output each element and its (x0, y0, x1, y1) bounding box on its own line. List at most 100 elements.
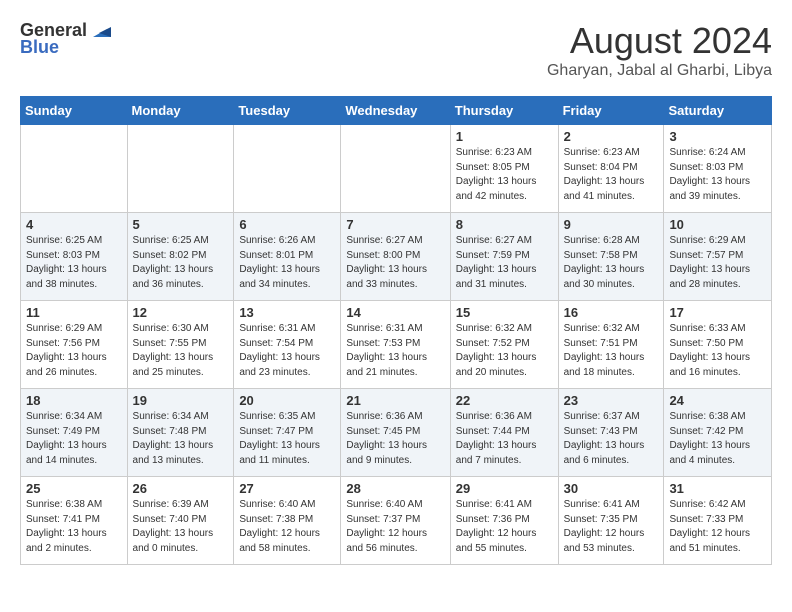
cell-content: Sunrise: 6:40 AM Sunset: 7:38 PM Dayligh… (239, 498, 335, 556)
title-section: August 2024 Gharyan, Jabal al Gharbi, Li… (547, 20, 772, 80)
day-number: 6 (239, 217, 335, 232)
calendar-cell: 17 Sunrise: 6:33 AM Sunset: 7:50 PM Dayli… (664, 301, 772, 389)
cell-content: Sunrise: 6:30 AM Sunset: 7:55 PM Dayligh… (133, 322, 229, 380)
cell-content: Sunrise: 6:31 AM Sunset: 7:53 PM Dayligh… (346, 322, 444, 380)
calendar-cell: 2 Sunrise: 6:23 AM Sunset: 8:04 PM Daylig… (558, 125, 664, 213)
calendar-cell: 7Sunrise: 6:27 AM Sunset: 8:00 PM Daylig… (341, 213, 450, 301)
weekday-header-sunday: Sunday (21, 97, 128, 125)
calendar-cell: 14 Sunrise: 6:31 AM Sunset: 7:53 PM Dayli… (341, 301, 450, 389)
logo-blue: Blue (20, 37, 59, 58)
weekday-header-friday: Friday (558, 97, 664, 125)
calendar-cell: 1 Sunrise: 6:23 AM Sunset: 8:05 PM Daylig… (450, 125, 558, 213)
calendar-cell: 22Sunrise: 6:36 AM Sunset: 7:44 PM Dayli… (450, 389, 558, 477)
cell-content: Sunrise: 6:23 AM Sunset: 8:05 PM Dayligh… (456, 146, 553, 204)
cell-content: Sunrise: 6:32 AM Sunset: 7:51 PM Dayligh… (564, 322, 659, 380)
weekday-header-saturday: Saturday (664, 97, 772, 125)
calendar-cell: 8 Sunrise: 6:27 AM Sunset: 7:59 PM Daylig… (450, 213, 558, 301)
cell-content: Sunrise: 6:25 AM Sunset: 8:03 PM Dayligh… (26, 234, 122, 292)
day-number: 26 (133, 481, 229, 496)
day-number: 9 (564, 217, 659, 232)
cell-content: Sunrise: 6:34 AM Sunset: 7:48 PM Dayligh… (133, 410, 229, 468)
calendar-cell: 19Sunrise: 6:34 AM Sunset: 7:48 PM Dayli… (127, 389, 234, 477)
day-number: 12 (133, 305, 229, 320)
day-number: 4 (26, 217, 122, 232)
calendar-cell: 20 Sunrise: 6:35 AM Sunset: 7:47 PM Dayli… (234, 389, 341, 477)
calendar-cell: 24Sunrise: 6:38 AM Sunset: 7:42 PM Dayli… (664, 389, 772, 477)
calendar-cell: 30 Sunrise: 6:41 AM Sunset: 7:35 PM Dayli… (558, 477, 664, 565)
day-number: 25 (26, 481, 122, 496)
cell-content: Sunrise: 6:26 AM Sunset: 8:01 PM Dayligh… (239, 234, 335, 292)
day-number: 2 (564, 129, 659, 144)
cell-content: Sunrise: 6:29 AM Sunset: 7:56 PM Dayligh… (26, 322, 122, 380)
calendar-cell: 4 Sunrise: 6:25 AM Sunset: 8:03 PM Daylig… (21, 213, 128, 301)
day-number: 5 (133, 217, 229, 232)
day-number: 17 (669, 305, 766, 320)
calendar-cell: 11 Sunrise: 6:29 AM Sunset: 7:56 PM Dayli… (21, 301, 128, 389)
day-number: 8 (456, 217, 553, 232)
day-number: 23 (564, 393, 659, 408)
weekday-header-tuesday: Tuesday (234, 97, 341, 125)
cell-content: Sunrise: 6:42 AM Sunset: 7:33 PM Dayligh… (669, 498, 766, 556)
calendar-cell: 12 Sunrise: 6:30 AM Sunset: 7:55 PM Dayli… (127, 301, 234, 389)
cell-content: Sunrise: 6:41 AM Sunset: 7:35 PM Dayligh… (564, 498, 659, 556)
calendar-week-row: 25 Sunrise: 6:38 AM Sunset: 7:41 PM Dayli… (21, 477, 772, 565)
cell-content: Sunrise: 6:32 AM Sunset: 7:52 PM Dayligh… (456, 322, 553, 380)
logo-icon (89, 19, 111, 41)
calendar-cell: 31 Sunrise: 6:42 AM Sunset: 7:33 PM Dayli… (664, 477, 772, 565)
day-number: 30 (564, 481, 659, 496)
cell-content: Sunrise: 6:38 AM Sunset: 7:41 PM Dayligh… (26, 498, 122, 556)
calendar-header-row: SundayMondayTuesdayWednesdayThursdayFrid… (21, 97, 772, 125)
calendar-cell: 16 Sunrise: 6:32 AM Sunset: 7:51 PM Dayli… (558, 301, 664, 389)
calendar-cell: 18Sunrise: 6:34 AM Sunset: 7:49 PM Dayli… (21, 389, 128, 477)
day-number: 14 (346, 305, 444, 320)
calendar-cell (21, 125, 128, 213)
month-year-title: August 2024 (547, 20, 772, 62)
calendar-cell (127, 125, 234, 213)
calendar-cell: 26 Sunrise: 6:39 AM Sunset: 7:40 PM Dayli… (127, 477, 234, 565)
day-number: 29 (456, 481, 553, 496)
day-number: 7 (346, 217, 444, 232)
calendar-cell: 9 Sunrise: 6:28 AM Sunset: 7:58 PM Daylig… (558, 213, 664, 301)
calendar-cell: 29 Sunrise: 6:41 AM Sunset: 7:36 PM Dayli… (450, 477, 558, 565)
calendar-week-row: 18Sunrise: 6:34 AM Sunset: 7:49 PM Dayli… (21, 389, 772, 477)
day-number: 31 (669, 481, 766, 496)
weekday-header-thursday: Thursday (450, 97, 558, 125)
day-number: 3 (669, 129, 766, 144)
calendar-cell: 27 Sunrise: 6:40 AM Sunset: 7:38 PM Dayli… (234, 477, 341, 565)
cell-content: Sunrise: 6:35 AM Sunset: 7:47 PM Dayligh… (239, 410, 335, 468)
cell-content: Sunrise: 6:29 AM Sunset: 7:57 PM Dayligh… (669, 234, 766, 292)
day-number: 18 (26, 393, 122, 408)
calendar-cell (234, 125, 341, 213)
calendar-cell: 13Sunrise: 6:31 AM Sunset: 7:54 PM Dayli… (234, 301, 341, 389)
calendar-cell: 25 Sunrise: 6:38 AM Sunset: 7:41 PM Dayli… (21, 477, 128, 565)
calendar-table: SundayMondayTuesdayWednesdayThursdayFrid… (20, 96, 772, 565)
cell-content: Sunrise: 6:25 AM Sunset: 8:02 PM Dayligh… (133, 234, 229, 292)
day-number: 27 (239, 481, 335, 496)
cell-content: Sunrise: 6:24 AM Sunset: 8:03 PM Dayligh… (669, 146, 766, 204)
cell-content: Sunrise: 6:31 AM Sunset: 7:54 PM Dayligh… (239, 322, 335, 380)
day-number: 11 (26, 305, 122, 320)
cell-content: Sunrise: 6:33 AM Sunset: 7:50 PM Dayligh… (669, 322, 766, 380)
calendar-cell: 21Sunrise: 6:36 AM Sunset: 7:45 PM Dayli… (341, 389, 450, 477)
cell-content: Sunrise: 6:41 AM Sunset: 7:36 PM Dayligh… (456, 498, 553, 556)
day-number: 21 (346, 393, 444, 408)
logo: General Blue (20, 20, 111, 58)
calendar-cell: 23Sunrise: 6:37 AM Sunset: 7:43 PM Dayli… (558, 389, 664, 477)
cell-content: Sunrise: 6:28 AM Sunset: 7:58 PM Dayligh… (564, 234, 659, 292)
day-number: 28 (346, 481, 444, 496)
calendar-cell: 6 Sunrise: 6:26 AM Sunset: 8:01 PM Daylig… (234, 213, 341, 301)
cell-content: Sunrise: 6:40 AM Sunset: 7:37 PM Dayligh… (346, 498, 444, 556)
calendar-cell: 10Sunrise: 6:29 AM Sunset: 7:57 PM Dayli… (664, 213, 772, 301)
cell-content: Sunrise: 6:23 AM Sunset: 8:04 PM Dayligh… (564, 146, 659, 204)
day-number: 24 (669, 393, 766, 408)
calendar-cell: 28 Sunrise: 6:40 AM Sunset: 7:37 PM Dayli… (341, 477, 450, 565)
calendar-cell (341, 125, 450, 213)
day-number: 1 (456, 129, 553, 144)
day-number: 20 (239, 393, 335, 408)
day-number: 16 (564, 305, 659, 320)
cell-content: Sunrise: 6:27 AM Sunset: 7:59 PM Dayligh… (456, 234, 553, 292)
day-number: 22 (456, 393, 553, 408)
calendar-cell: 3 Sunrise: 6:24 AM Sunset: 8:03 PM Daylig… (664, 125, 772, 213)
calendar-cell: 5 Sunrise: 6:25 AM Sunset: 8:02 PM Daylig… (127, 213, 234, 301)
cell-content: Sunrise: 6:39 AM Sunset: 7:40 PM Dayligh… (133, 498, 229, 556)
